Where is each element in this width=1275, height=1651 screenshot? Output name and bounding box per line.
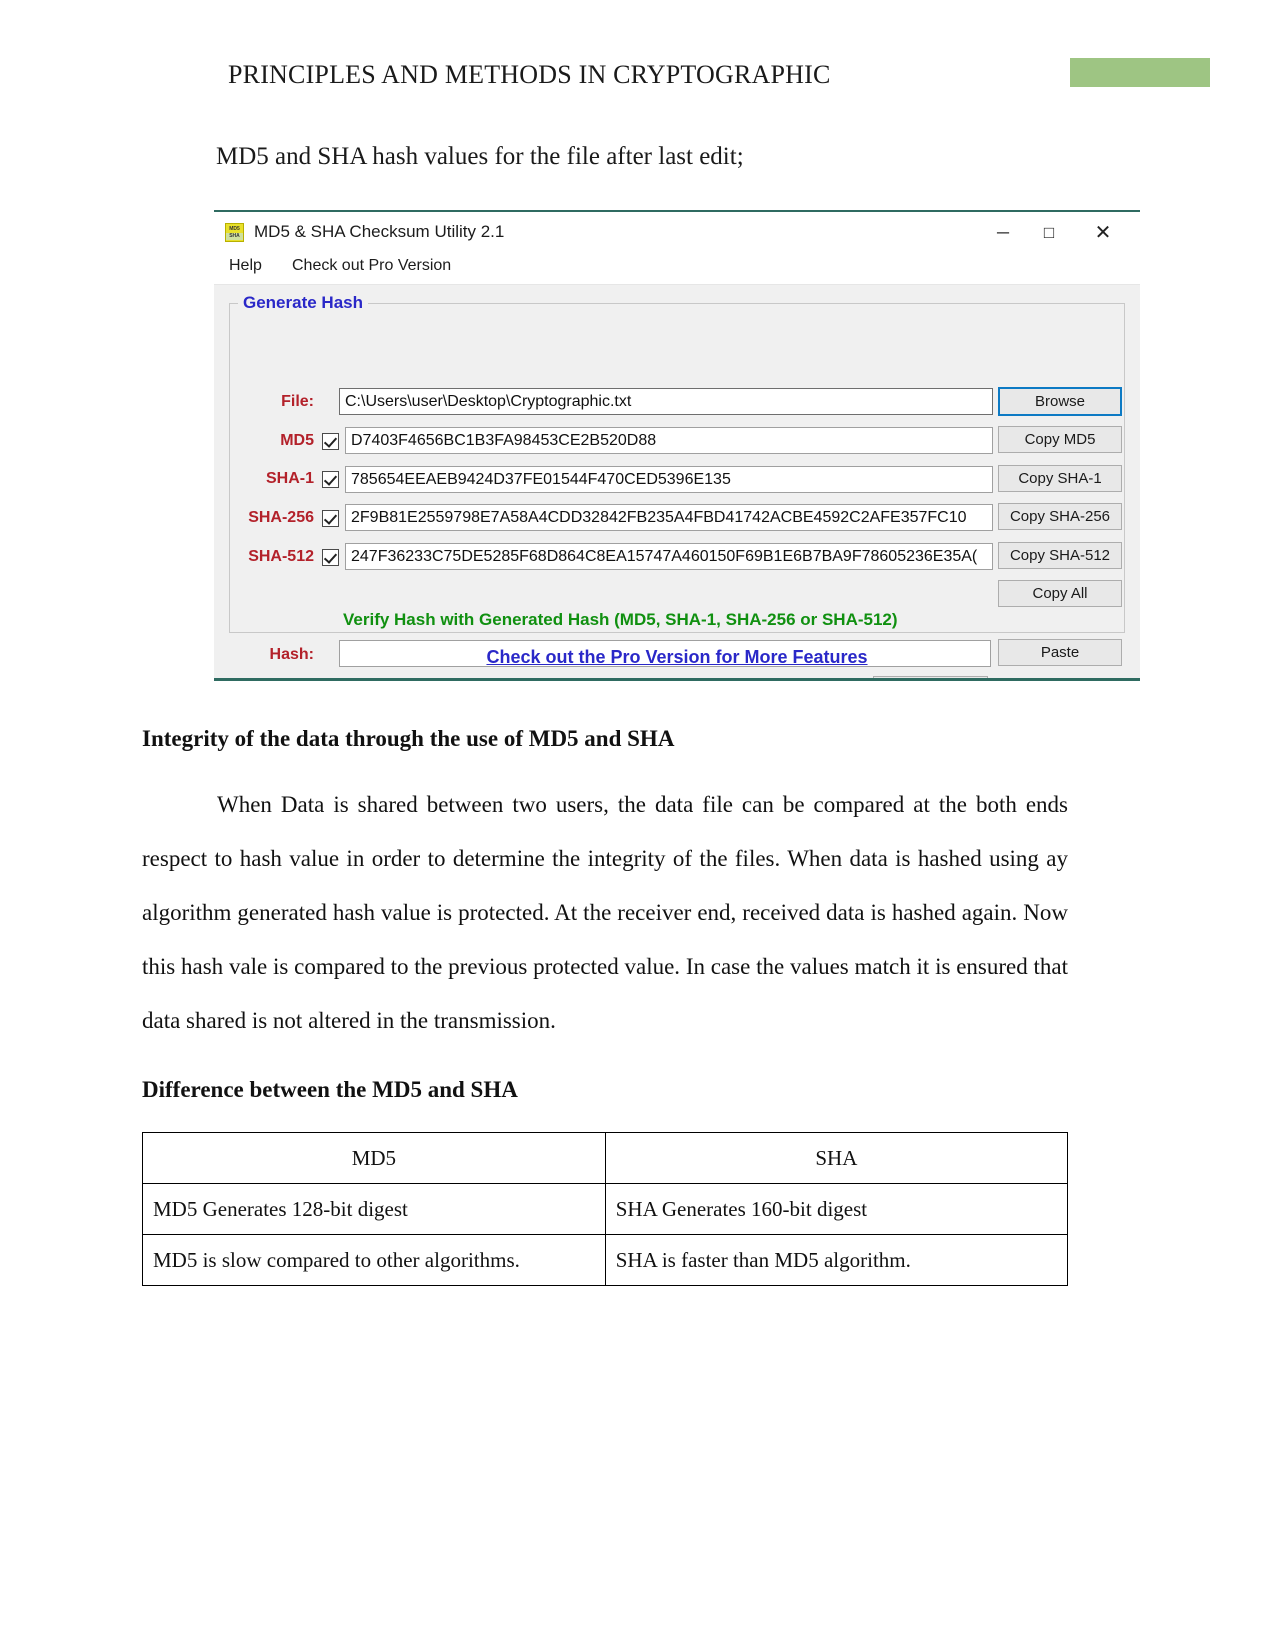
file-label: File: [281,393,314,410]
sha256-label: SHA-256 [248,509,314,526]
window-client-area: Generate Hash File: C:\Users\user\Deskto… [214,285,1140,678]
sha1-label: SHA-1 [265,470,314,487]
copy-sha256-button[interactable]: Copy SHA-256 [998,503,1122,530]
table-cell: MD5 Generates 128-bit digest [142,1183,606,1235]
browse-button[interactable]: Browse [998,387,1122,416]
sha1-value-input[interactable]: 785654EEAEB9424D37FE01544F470CED5396E135 [345,466,993,493]
window-menubar: Help Check out Pro Version [214,254,1140,285]
sha1-checkbox[interactable] [322,471,339,488]
md5-sha-checksum-utility-window: MD5 SHA MD5 & SHA Checksum Utility 2.1 ─… [214,210,1140,681]
maximize-icon[interactable]: □ [1026,212,1072,254]
md5-checkbox[interactable] [322,433,339,450]
table-header-sha: SHA [604,1132,1069,1184]
sha512-checkbox[interactable] [322,549,339,566]
minimize-icon[interactable]: ─ [980,212,1026,254]
sha256-checkbox[interactable] [322,510,339,527]
table-header-row: MD5 SHA [142,1132,1069,1184]
page-number: 4 [1223,61,1233,83]
close-icon[interactable]: ✕ [1080,212,1126,254]
table-cell: SHA Generates 160-bit digest [604,1183,1069,1235]
verify-section-title: Verify Hash with Generated Hash (MD5, SH… [343,610,898,629]
integrity-heading: Integrity of the data through the use of… [142,726,675,751]
integrity-paragraph: When Data is shared between two users, t… [142,792,1068,1033]
table-row: MD5 is slow compared to other algorithms… [142,1234,1069,1286]
sha512-value-input[interactable]: 247F36233C75DE5285F68D864C8EA15747A46015… [345,543,993,570]
app-logo-bottom-text: SHA [226,233,243,240]
app-logo-icon: MD5 SHA [225,223,244,242]
table-cell: SHA is faster than MD5 algorithm. [604,1234,1069,1286]
file-path-input[interactable]: C:\Users\user\Desktop\Cryptographic.txt [339,388,993,415]
table-row: MD5 Generates 128-bit digest SHA Generat… [142,1183,1069,1235]
running-head: PRINCIPLES AND METHODS IN CRYPTOGRAPHIC [228,60,831,89]
copy-sha1-button[interactable]: Copy SHA-1 [998,465,1122,492]
sha512-label: SHA-512 [248,548,314,565]
menu-item-help[interactable]: Help [229,257,262,275]
copy-md5-button[interactable]: Copy MD5 [998,426,1122,453]
md5-vs-sha-table: MD5 SHA MD5 Generates 128-bit digest SHA… [142,1132,1069,1286]
menu-item-check-out-pro-version[interactable]: Check out Pro Version [292,257,451,275]
pro-version-link[interactable]: Check out the Pro Version for More Featu… [214,647,1140,668]
generate-hash-title: Generate Hash [238,293,368,313]
table-header-md5: MD5 [142,1132,606,1184]
intro-line: MD5 and SHA hash values for the file aft… [216,143,744,170]
verify-button[interactable]: Verify [873,676,988,678]
page-number-badge [1070,58,1210,87]
copy-all-button[interactable]: Copy All [998,580,1122,607]
table-cell: MD5 is slow compared to other algorithms… [142,1234,606,1286]
window-titlebar: MD5 SHA MD5 & SHA Checksum Utility 2.1 ─… [214,212,1140,254]
copy-sha512-button[interactable]: Copy SHA-512 [998,542,1122,569]
app-logo-top-text: MD5 [229,226,240,232]
document-header: PRINCIPLES AND METHODS IN CRYPTOGRAPHIC … [0,0,1275,110]
sha256-value-input[interactable]: 2F9B81E2559798E7A58A4CDD32842FB235A4FBD4… [345,504,993,531]
md5-label: MD5 [280,432,314,449]
md5-value-input[interactable]: D7403F4656BC1B3FA98453CE2B520D88 [345,427,993,454]
window-title: MD5 & SHA Checksum Utility 2.1 [254,222,505,241]
difference-heading: Difference between the MD5 and SHA [142,1077,518,1102]
